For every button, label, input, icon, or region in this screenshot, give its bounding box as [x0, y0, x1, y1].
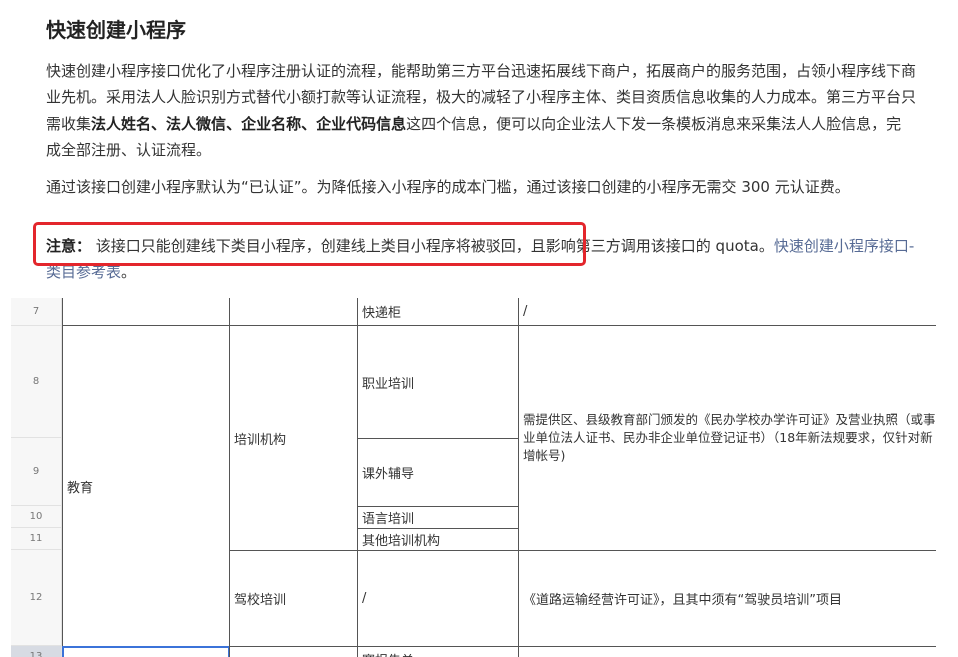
row-number-13: 13 — [11, 646, 62, 657]
row-number-7: 7 — [11, 298, 62, 326]
table-cell-subcategory: 驾校培训 — [229, 550, 358, 647]
category-table-screenshot: 7 8 9 10 11 12 13 快递柜 / 教育 培训机构 职业培训 课外辅… — [11, 298, 936, 657]
bold-sep-2: 、 — [226, 114, 242, 133]
row-number-10: 10 — [11, 506, 62, 528]
row-number-9: 9 — [11, 438, 62, 506]
table-cell-main-category: 教育 — [62, 325, 230, 647]
table-cell — [62, 298, 230, 326]
table-cell-subcategory: 培训机构 — [229, 325, 358, 551]
row-number-8: 8 — [11, 326, 62, 438]
table-cell — [229, 298, 358, 326]
table-cell-category: 职业培训 — [357, 325, 519, 439]
table-cell-category: 快递柜 — [357, 298, 519, 326]
page-title: 快速创建小程序 — [46, 18, 186, 42]
table-cell-requirement: 《道路运输经营许可证》，且其中须有“驾驶员培训”项目 — [518, 550, 936, 647]
table-cell-category: 赛报告单 — [357, 646, 519, 657]
table-cell-requirement: / — [518, 298, 936, 326]
table-cell-category: 语言培训 — [357, 506, 519, 529]
bold-legal-wechat: 法人微信 — [166, 114, 227, 133]
highlight-box — [33, 222, 586, 266]
bold-legal-name: 法人姓名 — [91, 114, 152, 133]
table-cell-requirement: 需提供区、县级教育部门颁发的《民办学校办学许可证》及营业执照（或事业单位法人证书… — [518, 325, 936, 551]
bold-company-name: 企业名称 — [241, 114, 302, 133]
table-cell — [229, 646, 358, 657]
certification-paragraph: 通过该接口创建小程序默认为“已认证”。为降低接入小程序的成本门槛，通过该接口创建… — [46, 178, 850, 196]
table-cell-category: 课外辅导 — [357, 438, 519, 507]
table-cell — [518, 646, 936, 657]
row-number-11: 11 — [11, 528, 62, 550]
intro-paragraph: 快速创建小程序接口优化了小程序注册认证的流程，能帮助第三方平台迅速拓展线下商户，… — [46, 58, 916, 163]
bold-sep-1: 、 — [151, 114, 167, 133]
table-cell-category: / — [357, 550, 519, 647]
table-cell-category: 其他培训机构 — [357, 528, 519, 551]
selected-cell[interactable] — [62, 646, 230, 657]
bold-company-code: 企业代码信息 — [316, 114, 407, 133]
row-number-12: 12 — [11, 550, 62, 646]
bold-sep-3: 、 — [301, 114, 317, 133]
